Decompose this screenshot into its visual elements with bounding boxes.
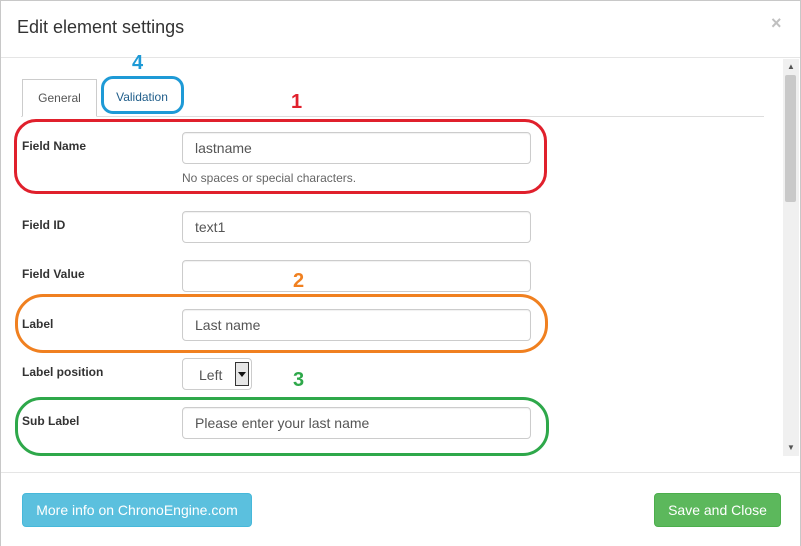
field-id-input[interactable]: text1 bbox=[182, 211, 531, 243]
highlight-sub-label bbox=[15, 397, 549, 456]
highlight-validation-tab bbox=[101, 76, 184, 114]
more-info-button[interactable]: More info on ChronoEngine.com bbox=[22, 493, 252, 527]
annotation-number-3: 3 bbox=[293, 369, 305, 391]
highlight-label bbox=[15, 294, 548, 353]
modal-title: Edit element settings bbox=[17, 17, 185, 37]
tab-general[interactable]: General bbox=[22, 79, 97, 117]
field-value-label: Field Value bbox=[22, 267, 85, 281]
caret-down-icon[interactable] bbox=[235, 362, 249, 386]
highlight-field-name bbox=[14, 119, 547, 194]
label-position-select[interactable]: Left bbox=[182, 358, 252, 390]
label-position-label: Label position bbox=[22, 365, 104, 379]
field-id-label: Field ID bbox=[22, 218, 66, 232]
arrow-up-icon[interactable]: ▲ bbox=[783, 59, 799, 73]
arrow-down-icon[interactable]: ▼ bbox=[783, 442, 799, 456]
scrollbar-thumb[interactable] bbox=[785, 75, 796, 202]
edit-element-modal: Edit element settings × ▲ ▼ General Vali… bbox=[0, 0, 801, 546]
annotation-number-2: 2 bbox=[293, 270, 305, 292]
field-value-input[interactable] bbox=[182, 260, 531, 292]
modal-header: Edit element settings × bbox=[1, 1, 800, 58]
label-position-value: Left bbox=[199, 367, 223, 383]
tabs-divider bbox=[21, 116, 764, 117]
save-and-close-button[interactable]: Save and Close bbox=[654, 493, 781, 527]
annotation-number-1: 1 bbox=[291, 91, 303, 113]
annotation-number-4: 4 bbox=[132, 52, 144, 74]
close-icon[interactable]: × bbox=[771, 13, 782, 33]
vertical-scrollbar[interactable]: ▲ ▼ bbox=[783, 59, 799, 456]
